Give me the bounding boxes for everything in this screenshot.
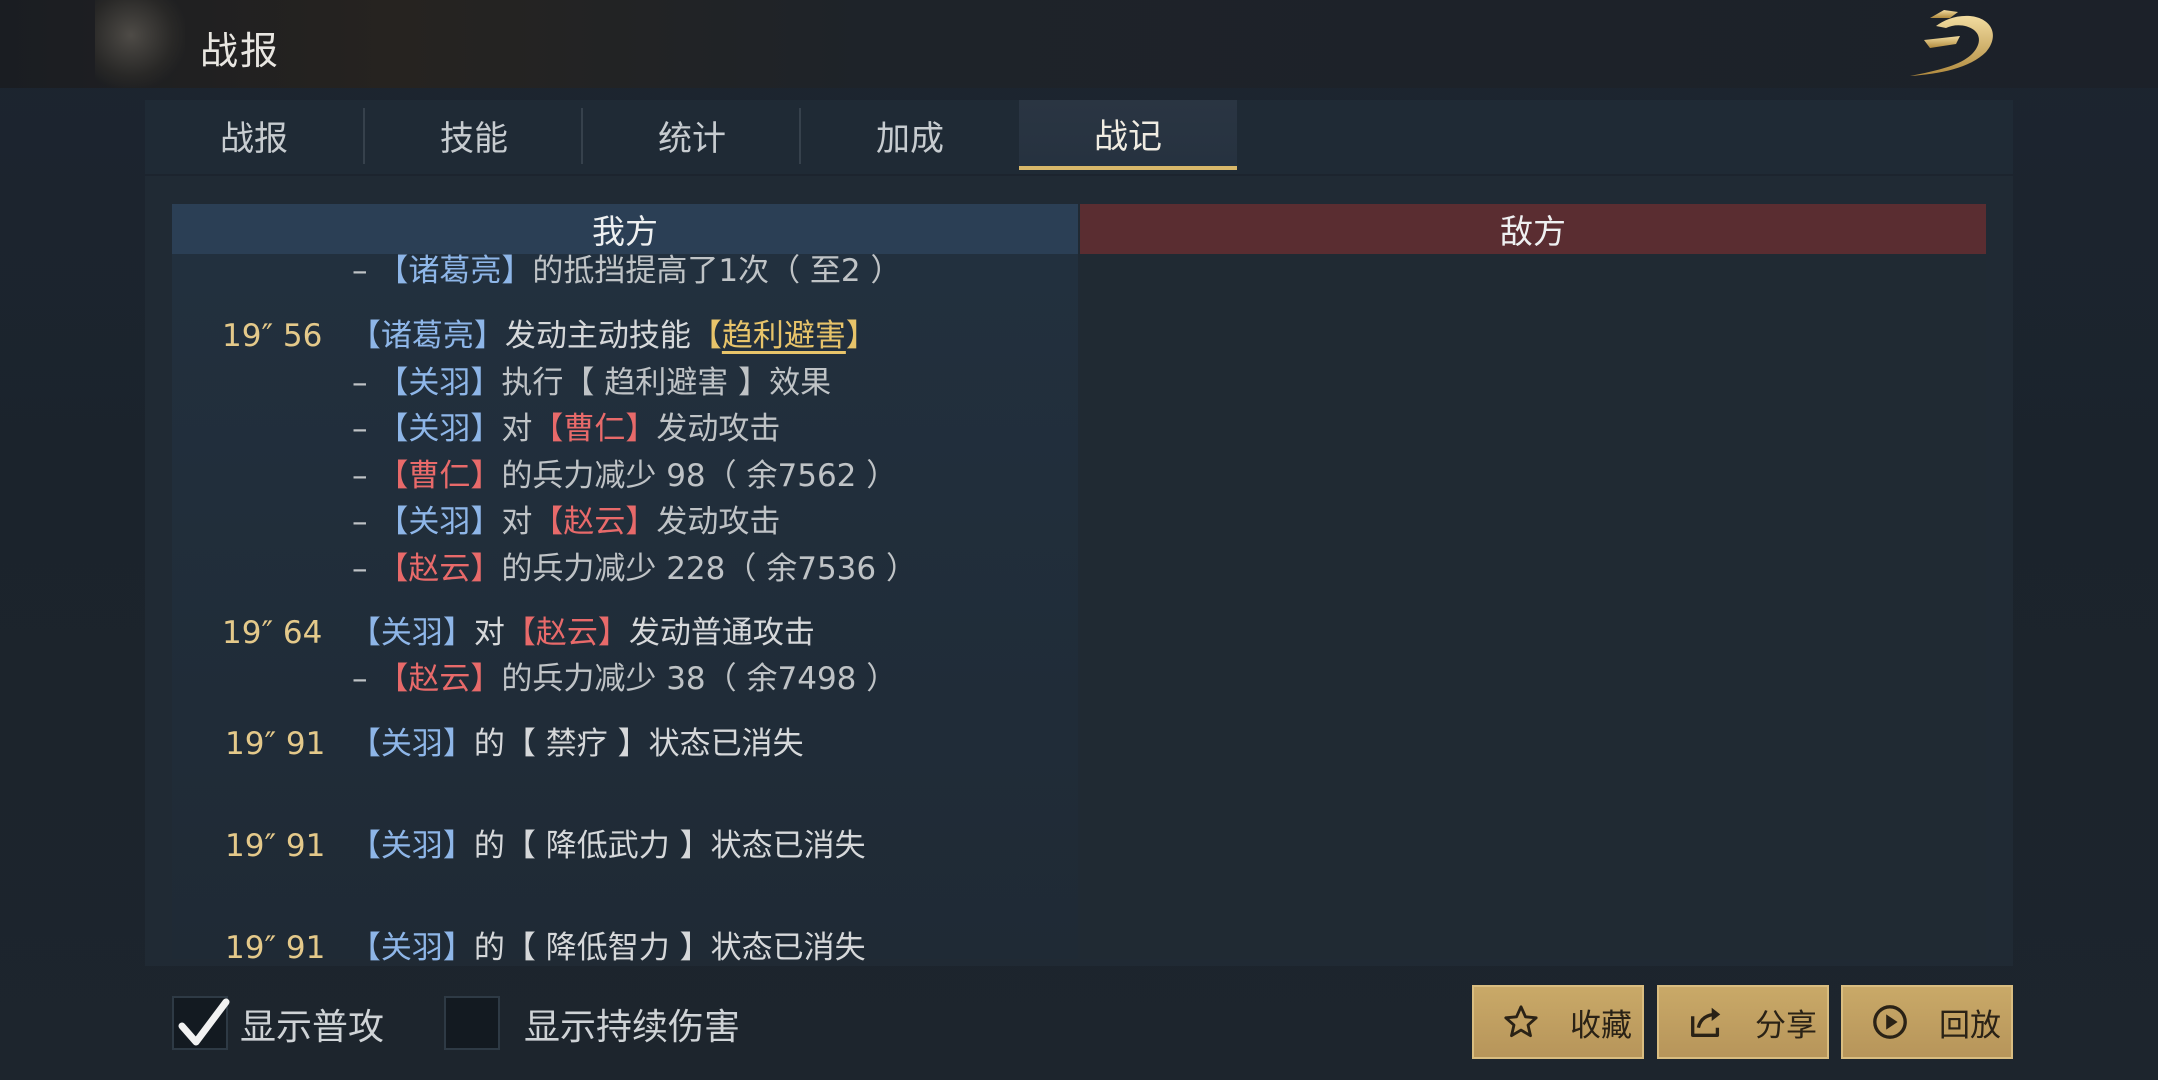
log-time: 19″ 91	[225, 726, 326, 762]
show-normal-attack-checkbox[interactable]	[172, 996, 230, 1050]
play-icon	[1873, 1005, 1907, 1039]
favorite-button[interactable]: 收藏	[1472, 985, 1644, 1059]
share-button[interactable]: 分享	[1657, 985, 1829, 1059]
log-time: 19″ 56	[222, 318, 323, 354]
log-sub-line: – 【诸葛亮】的抵挡提高了1次（ 至2 ）	[352, 253, 902, 289]
log-time: 19″ 91	[225, 930, 326, 966]
log-time: 19″ 64	[222, 615, 323, 651]
show-normal-attack-label[interactable]: 显示普攻	[240, 998, 384, 1050]
star-icon	[1504, 1005, 1538, 1038]
log-sub-line: – 【关羽】执行【 趋利避害 】效果	[352, 365, 832, 401]
replay-label: 回放	[1939, 1007, 2001, 1044]
skill-link[interactable]: 趋利避害	[722, 318, 846, 354]
log-sub-line: – 【曹仁】的兵力减少 98（ 余7562 ）	[352, 458, 898, 494]
ally-name: 诸葛亮	[380, 318, 474, 354]
show-dot-label[interactable]: 显示持续伤害	[524, 998, 740, 1050]
battle-log-list[interactable]: – 【诸葛亮】的抵挡提高了1次（ 至2 ） 19″ 56 【诸葛亮】发动主动技能…	[0, 0, 2158, 1080]
favorite-label: 收藏	[1570, 1007, 1632, 1044]
share-icon	[1691, 1007, 1721, 1037]
log-sub-line: – 【关羽】对【赵云】发动攻击	[352, 504, 781, 540]
log-entry: 19″ 91 【关羽】的【 降低武力 】状态已消失	[225, 828, 866, 864]
log-sub-line: – 【赵云】的兵力减少 38（ 余7498 ）	[352, 661, 898, 697]
log-sub-line: – 【赵云】的兵力减少 228（ 余7536 ）	[352, 551, 917, 587]
show-dot-checkbox[interactable]	[444, 996, 500, 1050]
log-time: 19″ 91	[225, 828, 326, 864]
replay-button[interactable]: 回放	[1841, 985, 2013, 1059]
log-sub-line: – 【关羽】对【曹仁】发动攻击	[352, 411, 781, 447]
log-entry: 19″ 56 【诸葛亮】发动主动技能【趋利避害】	[222, 318, 877, 354]
log-entry: 19″ 91 【关羽】的【 降低智力 】状态已消失	[225, 930, 866, 966]
log-entry: 19″ 64 【关羽】对【赵云】发动普通攻击	[222, 615, 815, 651]
share-label: 分享	[1755, 1007, 1817, 1044]
checkmark-icon	[178, 998, 230, 1046]
log-entry: 19″ 91 【关羽】的【 禁疗 】状态已消失	[225, 726, 804, 762]
